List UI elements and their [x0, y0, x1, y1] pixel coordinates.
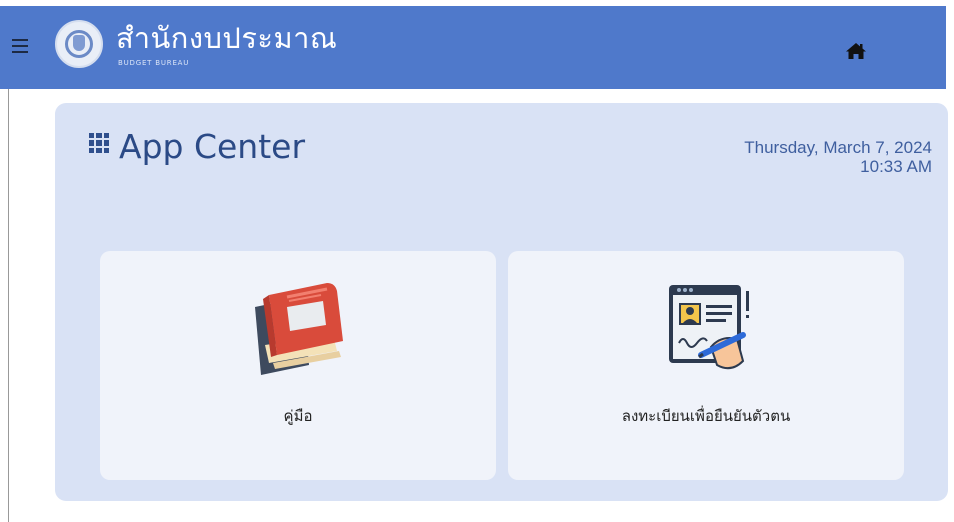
app-label-identity-registration: ลงทะเบียนเพื่อยืนยันตัวตน [621, 407, 791, 425]
grid-icon [89, 133, 109, 153]
app-center-panel: App Center Thursday, March 7, 2024 10:33… [55, 103, 948, 501]
datetime-display: Thursday, March 7, 2024 10:33 AM [744, 138, 932, 176]
page-left-border [8, 89, 9, 522]
id-registration-icon [669, 285, 749, 370]
site-title: สำนักงบประมาณ [116, 21, 338, 55]
book-icon [255, 283, 343, 375]
app-label-manual: คู่มือ [283, 407, 313, 425]
budget-bureau-logo [55, 20, 103, 68]
page-title: App Center [119, 127, 306, 166]
app-tile-identity-registration[interactable]: ลงทะเบียนเพื่อยืนยันตัวตน [508, 251, 904, 480]
site-subtitle: BUDGET BUREAU [118, 59, 190, 67]
app-tile-manual[interactable]: คู่มือ [100, 251, 496, 480]
current-time: 10:33 AM [860, 157, 932, 176]
current-date: Thursday, March 7, 2024 [744, 138, 932, 157]
top-header: สำนักงบประมาณ BUDGET BUREAU [0, 6, 946, 89]
home-icon[interactable] [845, 42, 867, 60]
hamburger-menu-icon[interactable] [12, 39, 28, 53]
